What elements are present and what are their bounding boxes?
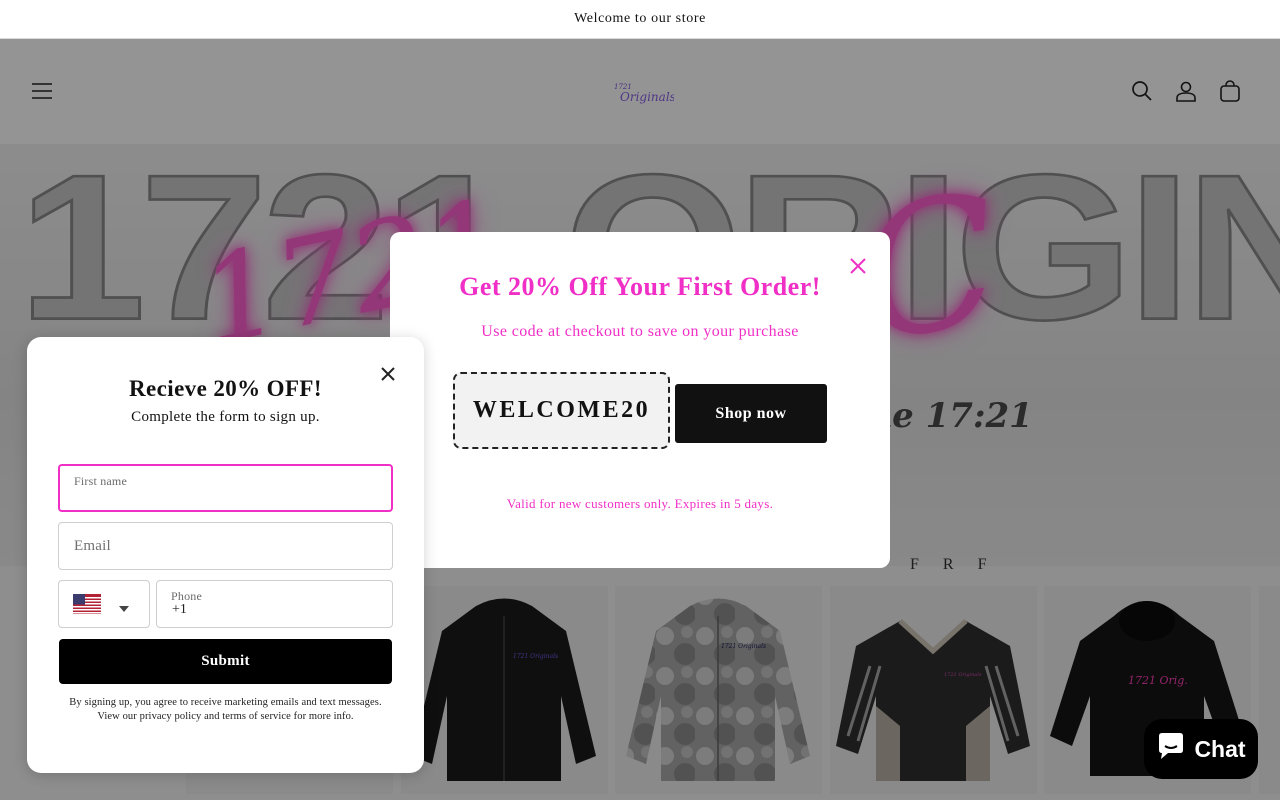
submit-button[interactable]: Submit [59,639,392,684]
email-placeholder: Email [74,538,111,554]
phone-field[interactable]: Phone +1 [156,580,393,628]
shop-now-button[interactable]: Shop now [675,384,827,443]
signup-title: Recieve 20% OFF! [129,376,322,401]
discount-code[interactable]: WELCOME20 [453,372,670,449]
email-field[interactable]: Email [58,522,393,570]
us-flag-icon [73,594,101,619]
signup-popup: Recieve 20% OFF! Complete the form to si… [27,337,424,773]
modal-title: Get 20% Off Your First Order! [459,272,821,301]
country-select[interactable] [58,580,150,628]
signup-subtitle: Complete the form to sign up. [131,409,320,425]
first-name-field[interactable]: First name [58,464,393,512]
signup-disclaimer: By signing up, you agree to receive mark… [69,697,382,722]
announcement-text: Welcome to our store [574,11,706,26]
first-name-label: First name [74,474,127,488]
chat-widget[interactable]: Chat [1144,719,1258,779]
discount-modal: Get 20% Off Your First Order! Use code a… [390,232,890,568]
chat-label: Chat [1194,735,1246,762]
chat-bubble-icon [1156,732,1186,766]
chevron-down-icon [119,600,129,618]
modal-subtitle: Use code at checkout to save on your pur… [481,323,799,340]
modal-note: Valid for new customers only. Expires in… [506,496,774,511]
phone-value: +1 [172,602,187,617]
announcement-bar: Welcome to our store [0,0,1280,39]
